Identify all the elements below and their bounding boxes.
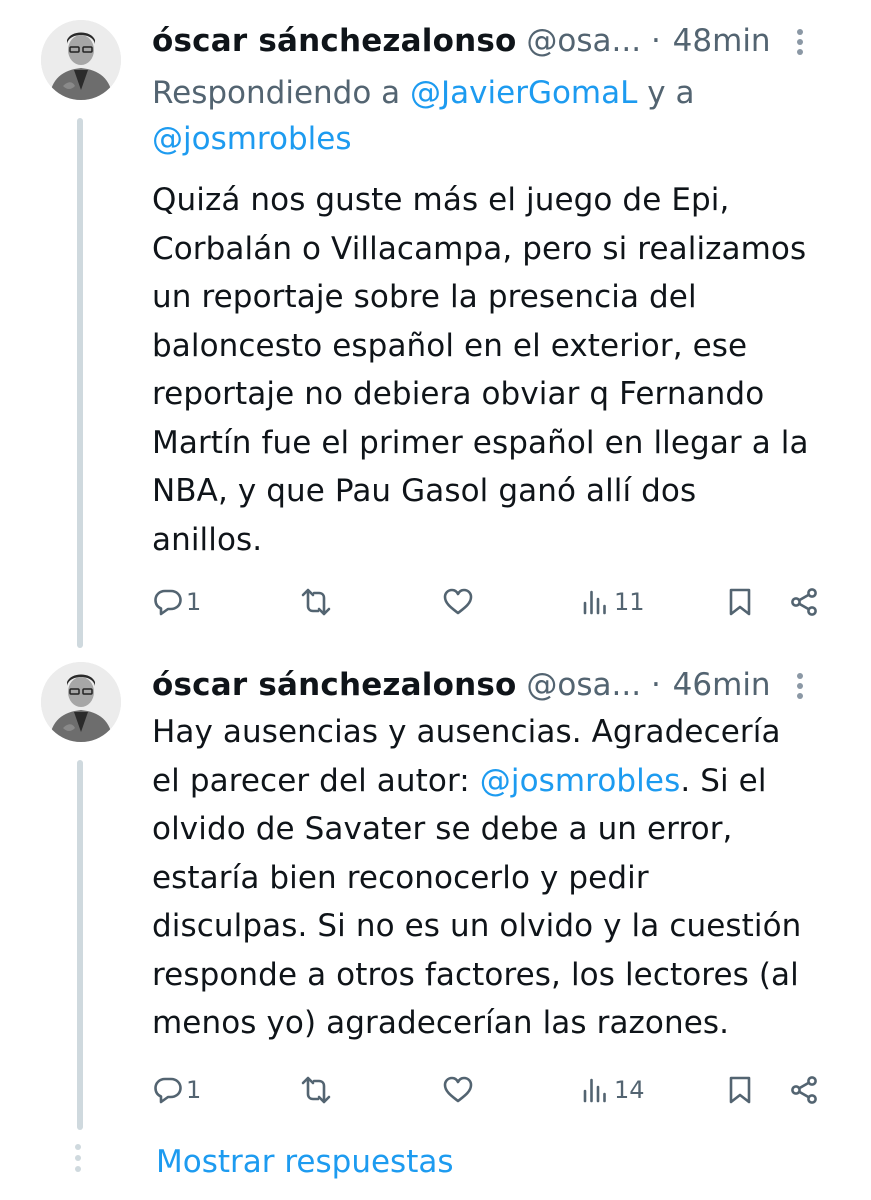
replying-to-joiner: y a: [637, 75, 695, 111]
reply-count: 1: [186, 1076, 202, 1104]
like-button[interactable]: [442, 1068, 474, 1112]
like-button[interactable]: [442, 580, 474, 624]
mention-link[interactable]: @josmrobles: [480, 763, 681, 799]
tweet[interactable]: óscar sánchezalonso @osa... · 48min Resp…: [0, 0, 871, 640]
more-icon[interactable]: [796, 673, 804, 701]
tweet-actions: 1 14: [152, 1068, 842, 1112]
avatar-image: [41, 662, 121, 742]
author-handle[interactable]: @osa...: [526, 23, 641, 59]
like-icon: [443, 588, 473, 615]
avatar[interactable]: [41, 20, 121, 100]
views-button[interactable]: 14: [580, 1068, 645, 1112]
replying-to: Respondiendo a @JavierGomaL y a @josmrob…: [152, 70, 842, 162]
share-icon: [791, 1076, 817, 1104]
mention-link[interactable]: @josmrobles: [152, 121, 351, 157]
bookmark-button[interactable]: [724, 1068, 756, 1112]
reply-button[interactable]: 1: [152, 1068, 201, 1112]
separator-dot: ·: [650, 23, 661, 59]
share-button[interactable]: [788, 1068, 820, 1112]
tweet[interactable]: óscar sánchezalonso @osa... · 46min Hay …: [0, 648, 871, 1128]
retweet-icon: [301, 1076, 331, 1104]
tweet-header: óscar sánchezalonso @osa... · 48min: [152, 21, 842, 61]
views-button[interactable]: 11: [580, 580, 645, 624]
reply-button[interactable]: 1: [152, 580, 201, 624]
tweet-text: Quizá nos guste más el juego de Epi, Cor…: [152, 182, 809, 558]
author-name[interactable]: óscar sánchezalonso: [152, 667, 517, 703]
retweet-button[interactable]: [300, 1068, 332, 1112]
views-count: 11: [614, 588, 645, 616]
views-icon: [583, 1078, 606, 1103]
avatar[interactable]: [41, 662, 121, 742]
bookmark-icon: [729, 588, 751, 616]
share-icon: [791, 588, 817, 616]
tweet-text-part: . Si el olvido de Savater se debe a un e…: [152, 762, 802, 1042]
retweet-icon: [301, 588, 331, 616]
share-button[interactable]: [788, 580, 820, 624]
replying-to-label: Respondiendo a: [152, 75, 411, 111]
show-replies-link[interactable]: Mostrar respuestas: [156, 1140, 454, 1184]
author-name[interactable]: óscar sánchezalonso: [152, 23, 517, 59]
bookmark-button[interactable]: [724, 580, 756, 624]
retweet-button[interactable]: [300, 580, 332, 624]
more-icon[interactable]: [796, 29, 804, 57]
reply-icon: [154, 589, 182, 616]
tweet-time[interactable]: 48min: [673, 23, 771, 59]
views-count: 14: [614, 1076, 645, 1104]
reply-count: 1: [186, 588, 202, 616]
bookmark-icon: [729, 1076, 751, 1104]
separator-dot: ·: [650, 667, 661, 703]
thread-dots: [74, 1144, 82, 1177]
reply-icon: [154, 1077, 182, 1104]
tweet-text: Hay ausencias y ausencias. Agradecería e…: [152, 708, 847, 1048]
like-icon: [443, 1076, 473, 1103]
author-handle[interactable]: @osa...: [526, 667, 641, 703]
tweet-actions: 1 11: [152, 580, 842, 624]
tweet-time[interactable]: 46min: [673, 667, 771, 703]
views-icon: [583, 590, 606, 615]
mention-link[interactable]: @JavierGomaL: [410, 75, 637, 111]
avatar-image: [41, 20, 121, 100]
tweet-header: óscar sánchezalonso @osa... · 46min: [152, 665, 842, 705]
